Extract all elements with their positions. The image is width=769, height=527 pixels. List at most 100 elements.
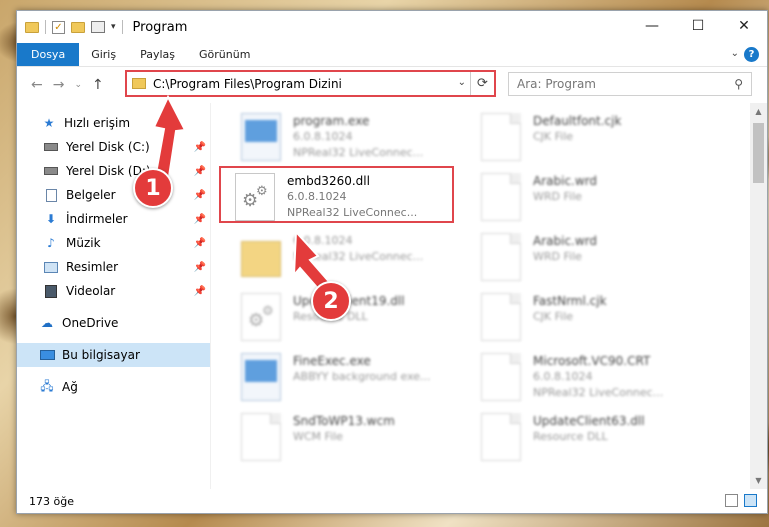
pictures-icon (43, 259, 59, 275)
file-item[interactable]: Defaultfont.cjk CJK File (481, 109, 721, 169)
sidebar-item-muzik[interactable]: ♪ Müzik 📌 (17, 231, 210, 255)
address-bar[interactable]: C:\Program Files\Program Dizini ⌄ ⟳ (125, 70, 496, 97)
customize-dropdown-icon[interactable]: ▾ (111, 22, 116, 32)
pin-icon[interactable]: 📌 (194, 190, 206, 201)
title-bar: ✓ ▾ Program — ☐ ✕ (17, 11, 767, 43)
sidebar-item-label: Bu bilgisayar (62, 348, 140, 362)
address-path[interactable]: C:\Program Files\Program Dizini (153, 77, 342, 91)
document-file-icon (481, 353, 521, 401)
file-item[interactable]: Microsoft.VC90.CRT 6.0.8.1024 NPReal32 Liv… (481, 349, 721, 409)
file-item[interactable]: FineExec.exe ABBYY background exe... (241, 349, 481, 409)
search-icon[interactable]: ⚲ (734, 77, 743, 91)
tab-giris[interactable]: Giriş (79, 43, 128, 66)
sidebar-item-onedrive[interactable]: ☁ OneDrive (17, 311, 210, 335)
minimize-button[interactable]: — (629, 11, 675, 41)
file-item[interactable]: FastNrml.cjk CJK File (481, 289, 721, 349)
sidebar-item-resimler[interactable]: Resimler 📌 (17, 255, 210, 279)
help-icon[interactable]: ? (744, 47, 759, 62)
vertical-scrollbar[interactable]: ▲ ▼ (750, 103, 767, 489)
sidebar-item-label: Müzik (66, 236, 101, 250)
file-item[interactable]: program.exe 6.0.8.1024 NPReal32 LiveConnec… (241, 109, 481, 169)
sidebar-item-disk-d[interactable]: Yerel Disk (D:) 📌 (17, 159, 210, 183)
sidebar-item-network[interactable]: 🖧 Ağ (17, 375, 210, 399)
search-placeholder: Ara: Program (517, 77, 596, 91)
sidebar-item-belgeler[interactable]: Belgeler 📌 (17, 183, 210, 207)
sidebar-item-this-pc[interactable]: Bu bilgisayar (17, 343, 210, 367)
forward-arrow-icon[interactable]: → (53, 77, 65, 93)
file-type: CJK File (533, 130, 574, 143)
videos-icon (43, 283, 59, 299)
file-name: SndToWP13.wcm (293, 414, 395, 428)
file-name: Arabic.wrd (533, 174, 598, 188)
file-description: NPReal32 LiveConnec... (533, 386, 664, 399)
pin-icon[interactable]: 📌 (194, 214, 206, 225)
sidebar-item-label: OneDrive (62, 316, 119, 330)
folder-icon (132, 78, 146, 89)
tab-gorunum[interactable]: Görünüm (187, 43, 262, 66)
scroll-up-icon[interactable]: ▲ (750, 103, 767, 120)
search-input[interactable]: Ara: Program ⚲ (508, 72, 752, 96)
pin-icon[interactable]: 📌 (194, 238, 206, 249)
pin-icon[interactable]: 📌 (194, 142, 206, 153)
tab-dosya[interactable]: Dosya (17, 43, 80, 66)
file-item[interactable]: ⚙⚙ UpdateClient19.dllResource DLL (241, 289, 481, 349)
navigation-pane: ★ Hızlı erişim Yerel Disk (C:) 📌 Yerel D… (17, 103, 211, 489)
refresh-icon[interactable]: ⟳ (470, 72, 494, 95)
recent-dropdown-icon[interactable]: ⌄ (74, 80, 82, 90)
sidebar-item-videolar[interactable]: Videolar 📌 (17, 279, 210, 303)
up-arrow-icon[interactable]: ↑ (92, 77, 104, 93)
file-item[interactable]: SndToWP13.wcm WCM File (241, 409, 481, 469)
star-icon: ★ (43, 116, 55, 130)
address-dropdown-icon[interactable]: ⌄ (458, 77, 466, 88)
properties-check-icon[interactable]: ✓ (52, 20, 65, 34)
file-type: WRD File (533, 190, 582, 203)
file-item[interactable]: 6.0.8.1024 NPReal32 LiveConnec... (241, 229, 481, 289)
document-file-icon (241, 413, 281, 461)
downloads-icon: ⬇ (45, 212, 57, 226)
tab-paylas[interactable]: Paylaş (128, 43, 187, 66)
file-type: WRD File (533, 250, 582, 263)
sidebar-item-quick-access[interactable]: ★ Hızlı erişim (17, 111, 210, 135)
new-folder-icon[interactable] (71, 21, 85, 33)
file-name: Arabic.wrd (533, 234, 598, 248)
sidebar-item-indirmeler[interactable]: ⬇ İndirmeler 📌 (17, 207, 210, 231)
details-view-icon[interactable] (725, 494, 738, 507)
file-description: NPReal32 LiveConnec... (293, 250, 424, 263)
scrollbar-thumb[interactable] (753, 123, 764, 183)
back-arrow-icon[interactable]: ← (31, 77, 43, 93)
pin-icon[interactable]: 📌 (194, 286, 206, 297)
status-bar: 173 öğe (17, 489, 767, 513)
file-item[interactable]: Arabic.wrd WRD File (481, 169, 721, 229)
document-file-icon (481, 413, 521, 461)
exe-file-icon (241, 113, 281, 161)
file-item[interactable]: Arabic.wrd WRD File (481, 229, 721, 289)
file-name: UpdateClient63.dll (533, 414, 645, 428)
file-item[interactable]: UpdateClient63.dll Resource DLL (481, 409, 721, 469)
network-icon: 🖧 (40, 378, 54, 393)
file-view: program.exe 6.0.8.1024 NPReal32 LiveConnec… (211, 103, 767, 489)
expand-ribbon-icon[interactable]: ⌄ (731, 48, 739, 59)
file-name: Microsoft.VC90.CRT (533, 354, 651, 368)
document-file-icon (481, 293, 521, 341)
sidebar-item-disk-c[interactable]: Yerel Disk (C:) 📌 (17, 135, 210, 159)
divider (45, 20, 46, 34)
tiles-view-icon[interactable] (744, 494, 757, 507)
computer-icon (39, 347, 55, 363)
pin-icon[interactable]: 📌 (194, 166, 206, 177)
document-file-icon (481, 173, 521, 221)
drive-icon (43, 163, 59, 179)
exe-file-icon (241, 353, 281, 401)
file-version: 6.0.8.1024 (533, 370, 593, 383)
file-version: 6.0.8.1024 (293, 234, 353, 247)
maximize-button[interactable]: ☐ (675, 11, 721, 41)
sidebar-item-label: Ağ (62, 380, 78, 394)
properties-icon[interactable] (91, 21, 105, 33)
file-description: NPReal32 LiveConnec... (293, 146, 424, 159)
sidebar-item-label: Yerel Disk (C:) (66, 140, 150, 154)
pin-icon[interactable]: 📌 (194, 262, 206, 273)
close-button[interactable]: ✕ (721, 11, 767, 41)
sidebar-item-label: Videolar (66, 284, 116, 298)
item-count: 173 öğe (29, 494, 74, 508)
scroll-down-icon[interactable]: ▼ (750, 472, 767, 489)
ribbon-tabs: Dosya Giriş Paylaş Görünüm ⌄ ? (17, 43, 767, 67)
